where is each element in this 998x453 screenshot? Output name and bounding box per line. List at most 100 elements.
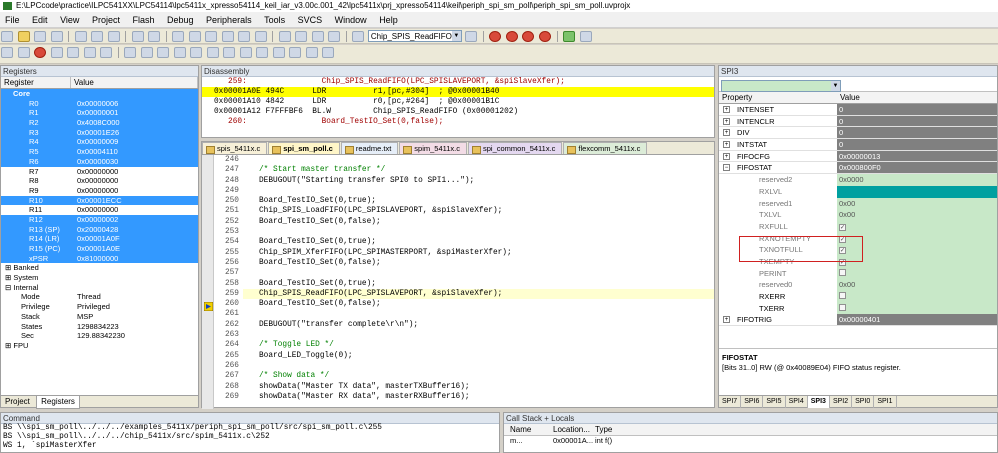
new-file-icon[interactable] [1, 31, 13, 42]
serial-window-icon[interactable] [256, 47, 269, 58]
spi-row[interactable]: reserved1 0x00 [719, 197, 997, 210]
spi-tab[interactable]: SPI6 [741, 396, 764, 408]
spi-tab[interactable]: SPI5 [763, 396, 786, 408]
trace-window-icon[interactable] [289, 47, 302, 58]
memory-window-icon[interactable] [239, 47, 252, 58]
spi-tab[interactable]: SPI3 [807, 396, 830, 408]
register-row[interactable]: R10 0x00001ECC [1, 195, 198, 206]
register-row[interactable]: R2 0x4008C000 [1, 118, 198, 128]
run-to-cursor-icon[interactable] [100, 47, 113, 58]
spi-tab[interactable]: SPI4 [786, 396, 808, 408]
spi-prop-value[interactable] [837, 291, 997, 303]
show-next-statement-icon[interactable] [124, 47, 137, 58]
register-group-core[interactable]: Core [1, 89, 198, 99]
register-row[interactable]: R12 0x00000002 [1, 214, 198, 225]
disassembly-line[interactable]: 0x00001A10 4842 LDR r0,[pc,#264] ; @0x00… [202, 97, 714, 107]
menu-window[interactable]: Window [335, 15, 367, 25]
indent-icon[interactable] [278, 31, 291, 42]
paste-icon[interactable] [107, 31, 120, 42]
register-row[interactable]: R3 0x00001E26 [1, 127, 198, 138]
internal-row[interactable]: Sec 129.88342230 [1, 331, 198, 341]
spi-row[interactable]: − FIFOSTAT 0x000800F0 [719, 162, 997, 175]
bookmark-prev-icon[interactable] [221, 31, 234, 42]
spi-tab[interactable]: SPI2 [830, 396, 853, 408]
step-over-icon[interactable] [67, 47, 80, 58]
comment-icon[interactable] [311, 31, 324, 42]
redo-icon[interactable] [148, 31, 161, 42]
find-in-files-icon[interactable] [352, 31, 365, 42]
register-row[interactable]: R11 0x00000000 [1, 205, 198, 215]
editor-tab[interactable]: readme.txt [340, 142, 399, 154]
menu-flash[interactable]: Flash [132, 15, 154, 25]
editor-tab[interactable]: spis_5411x.c [202, 142, 268, 154]
editor-tab[interactable]: flexcomm_5411x.c [563, 142, 648, 154]
command-window-icon[interactable] [140, 47, 153, 58]
tab-project[interactable]: Project [1, 396, 34, 408]
spi-tab[interactable]: SPI0 [852, 396, 875, 408]
editor-tab[interactable]: spim_5411x.c [399, 142, 467, 154]
checkbox[interactable] [839, 268, 846, 276]
internal-row[interactable]: Stack MSP [1, 312, 198, 322]
cut-icon[interactable] [74, 31, 87, 42]
disassembly-line[interactable]: 259: Chip_SPIS_ReadFIFO(LPC_SPISLAVEPORT… [202, 77, 714, 87]
menu-peripherals[interactable]: Peripherals [206, 15, 252, 25]
disassembly-window-icon[interactable] [157, 47, 170, 58]
disassembly-line[interactable]: 260: Board_TestIO_Set(0,false); [202, 117, 714, 127]
spi-row[interactable]: TXERR [719, 302, 997, 315]
register-group-fpu[interactable]: ⊞ FPU [1, 341, 198, 351]
chevron-down-icon[interactable]: ▼ [831, 81, 840, 91]
editor-tab[interactable]: spi_common_5411x.c [468, 142, 563, 154]
callstack-row[interactable]: m... 0x00001A... int f() [504, 436, 997, 446]
code-area[interactable]: 246 247 /* Start master transfer */ 248 DEBU… [214, 155, 714, 409]
menu-project[interactable]: Project [92, 15, 120, 25]
checkbox[interactable] [839, 292, 846, 299]
spi-tab[interactable]: SPI7 [719, 396, 742, 408]
nav-forward-icon[interactable] [188, 31, 201, 42]
spi-row[interactable]: + FIFOTRIG 0x00000401 [719, 314, 997, 327]
register-row[interactable]: R7 0x00000000 [1, 167, 198, 177]
tab-registers[interactable]: Registers [36, 396, 80, 409]
collapse-icon[interactable]: − [723, 164, 730, 172]
spi-row[interactable]: TXLVL 0x00 [719, 209, 997, 221]
open-file-icon[interactable] [17, 31, 30, 42]
uncomment-icon[interactable] [328, 31, 341, 42]
internal-row[interactable]: States 1298834223 [1, 322, 198, 332]
spi-prop-value[interactable] [837, 267, 997, 280]
bookmark-icon[interactable] [205, 31, 218, 42]
step-into-icon[interactable] [50, 47, 63, 58]
spi-row[interactable]: + INTSTAT 0 [719, 139, 997, 151]
spi-prop-value[interactable]: ✓ [837, 220, 997, 233]
register-row[interactable]: R5 0x00004110 [1, 147, 198, 157]
spi-tab[interactable]: SPI1 [874, 396, 897, 408]
spi-row[interactable]: reserved0 0x00 [719, 279, 997, 291]
checkbox[interactable]: ✓ [839, 223, 846, 231]
stop-icon[interactable] [34, 47, 47, 58]
watch-window-icon[interactable] [223, 47, 236, 58]
undo-icon[interactable] [131, 31, 144, 42]
chevron-down-icon[interactable]: ▼ [451, 31, 461, 41]
menu-file[interactable]: File [5, 15, 20, 25]
expand-icon[interactable]: + [723, 152, 730, 160]
spi-row[interactable]: RXERR [719, 291, 997, 303]
symbols-window-icon[interactable] [173, 47, 186, 58]
menu-help[interactable]: Help [379, 15, 398, 25]
function-combo[interactable]: Chip_SPIS_ReadFIFO ▼ [367, 30, 462, 42]
run-icon[interactable] [17, 47, 30, 58]
save-all-icon[interactable] [50, 31, 63, 42]
breakpoint-insert-icon[interactable] [505, 31, 518, 42]
window-layout-icon[interactable] [563, 31, 576, 42]
expand-icon[interactable]: + [723, 316, 730, 324]
spi-filter-combo[interactable]: ▼ [721, 80, 841, 92]
find-icon[interactable] [465, 31, 478, 42]
register-group-banked[interactable]: ⊞ Banked [1, 263, 198, 273]
menu-debug[interactable]: Debug [167, 15, 194, 25]
spi-row[interactable]: RXFULL ✓ [719, 220, 997, 233]
reset-icon[interactable] [1, 47, 13, 58]
copy-icon[interactable] [91, 31, 104, 42]
registers-window-icon[interactable] [190, 47, 203, 58]
register-group-system[interactable]: ⊞ System [1, 273, 198, 283]
config-icon[interactable] [579, 31, 592, 42]
register-row[interactable]: R1 0x00000001 [1, 108, 198, 119]
breakpoint-kill-icon[interactable] [538, 31, 551, 42]
register-row[interactable]: R4 0x00000009 [1, 137, 198, 148]
